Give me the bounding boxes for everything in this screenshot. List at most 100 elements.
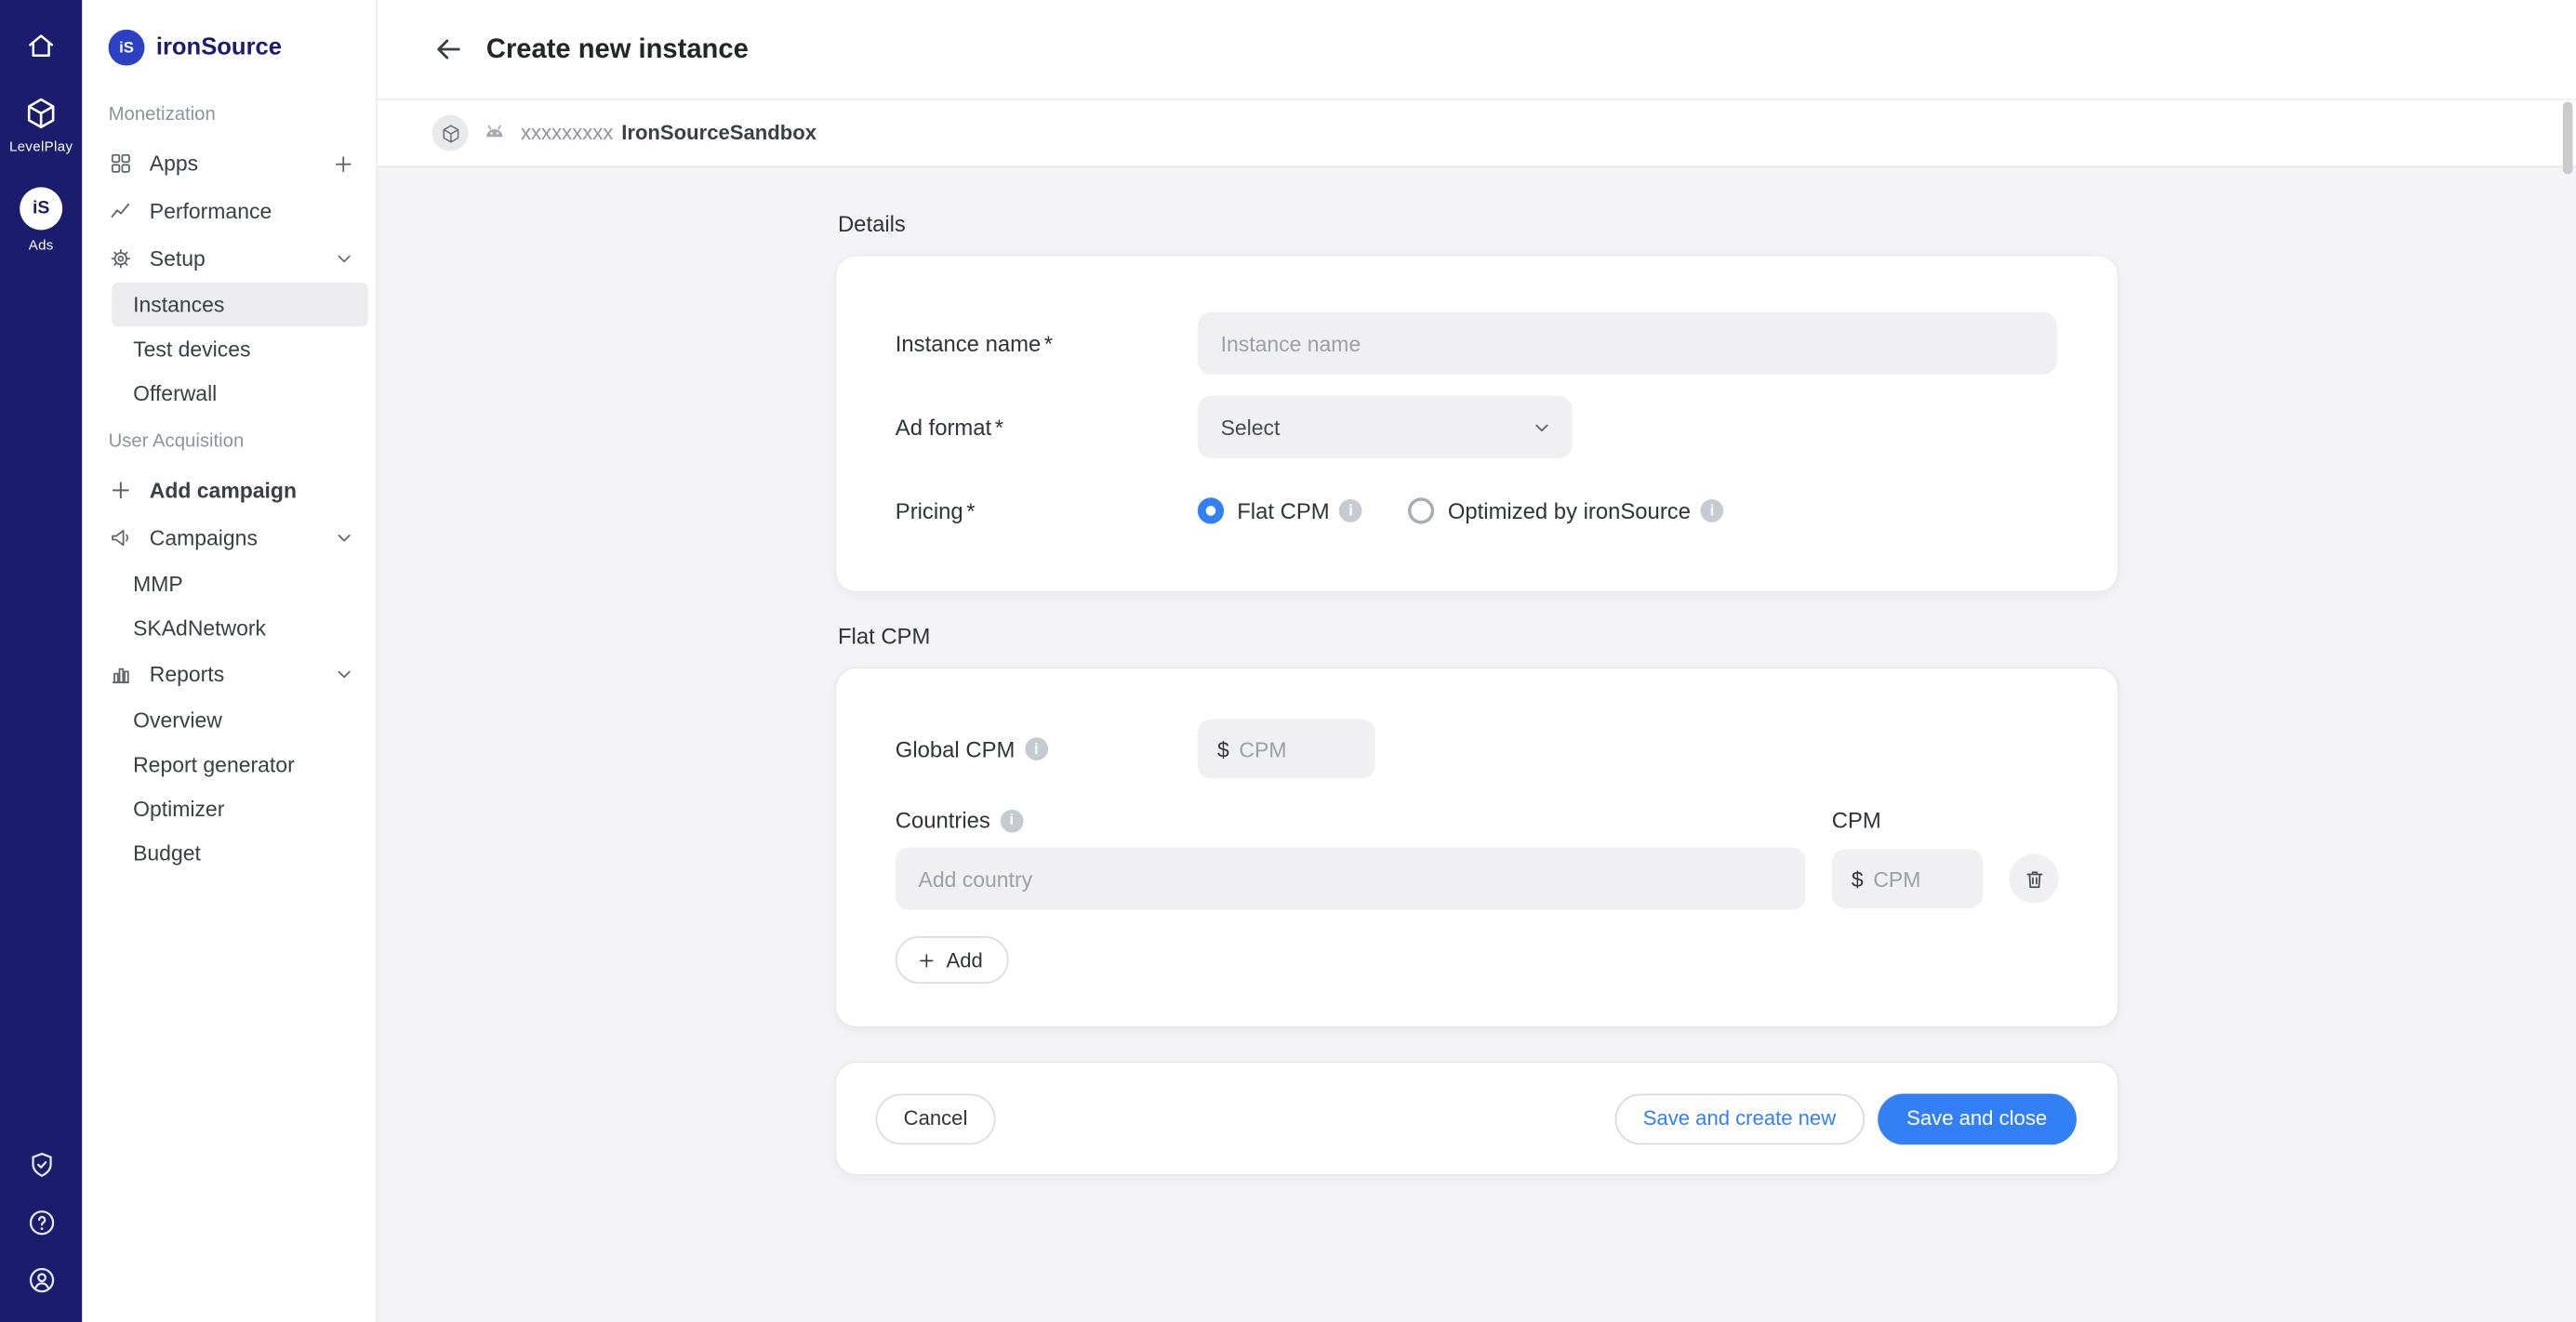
sidebar-item-label: Apps	[150, 152, 198, 176]
global-cpm-input[interactable]: $	[1198, 720, 1375, 779]
rail-bottom	[25, 1150, 57, 1296]
currency-symbol: $	[1852, 866, 1864, 891]
sidebar-item-label: Offerwall	[133, 381, 217, 405]
save-and-create-new-button[interactable]: Save and create new	[1615, 1093, 1865, 1144]
sidebar-item-label: Setup	[150, 246, 206, 271]
global-cpm-field[interactable]	[1239, 736, 1359, 760]
info-icon[interactable]	[1025, 737, 1048, 760]
instance-name-label: Instance name *	[896, 331, 1198, 355]
save-buttons-group: Save and create new Save and close	[1615, 1093, 2077, 1144]
info-icon[interactable]	[1701, 499, 1724, 522]
chevron-down-icon	[1531, 416, 1552, 438]
cancel-button[interactable]: Cancel	[876, 1093, 996, 1144]
sidebar-item-instances[interactable]: Instances	[112, 283, 368, 327]
rail-item-ads[interactable]: iS Ads	[20, 187, 62, 253]
pricing-label: Pricing *	[896, 498, 1198, 522]
save-and-close-button[interactable]: Save and close	[1877, 1093, 2077, 1144]
info-icon[interactable]	[1339, 499, 1362, 522]
app-avatar	[432, 115, 469, 152]
details-card: Instance name * Ad format * Select	[836, 257, 2118, 591]
instance-name-row: Instance name *	[896, 312, 2059, 375]
sidebar-item-overview[interactable]: Overview	[82, 698, 376, 743]
sidebar-item-skadnetwork[interactable]: SKAdNetwork	[82, 606, 376, 651]
delete-country-button[interactable]	[2010, 854, 2059, 904]
megaphone-icon	[109, 525, 133, 549]
sidebar-item-label: Add campaign	[150, 478, 297, 502]
sidebar-item-budget[interactable]: Budget	[82, 831, 376, 876]
app-id: xxxxxxxxx	[521, 122, 613, 145]
app-window: LevelPlay iS Ads iS ironSource Monetizat…	[0, 0, 2576, 1322]
radio-label: Optimized by ironSource	[1448, 498, 1691, 522]
brand-name: ironSource	[156, 34, 282, 60]
add-app-plus-icon[interactable]	[332, 152, 355, 175]
plus-icon	[917, 950, 936, 970]
details-section-title: Details	[838, 212, 2118, 236]
rail-item-levelplay[interactable]: LevelPlay	[9, 95, 73, 154]
flat-cpm-radio-option[interactable]: Flat CPM	[1198, 497, 1362, 523]
sidebar-item-performance[interactable]: Performance	[82, 187, 376, 234]
content-area: Details Instance name * Ad format *	[378, 167, 2576, 1322]
main-area: Create new instance xxxxxxxxx IronSource…	[378, 0, 2576, 1322]
sidebar-item-mmp[interactable]: MMP	[82, 562, 376, 606]
select-value: Select	[1221, 415, 1281, 439]
instance-name-input[interactable]	[1198, 312, 2057, 375]
scrollbar-thumb[interactable]	[2563, 102, 2573, 175]
sidebar-item-label: Optimizer	[133, 797, 224, 821]
page-header: Create new instance	[378, 0, 2576, 100]
rail-item-label: Ads	[29, 236, 54, 253]
sidebar-item-reports[interactable]: Reports	[82, 651, 376, 698]
radio-unselected-icon[interactable]	[1408, 497, 1434, 523]
add-country-button[interactable]: Add	[896, 936, 1009, 984]
global-cpm-label: Global CPM	[896, 736, 1198, 760]
section-label-monetization: Monetization	[82, 88, 376, 139]
countries-header: Countries CPM	[896, 808, 2059, 832]
help-icon[interactable]	[25, 1207, 57, 1238]
brand[interactable]: iS ironSource	[82, 0, 376, 88]
info-icon[interactable]	[1000, 809, 1023, 832]
bar-chart-icon	[109, 662, 133, 686]
performance-chart-icon	[109, 199, 133, 223]
rail-item-home[interactable]	[24, 30, 57, 62]
account-icon[interactable]	[25, 1264, 57, 1296]
sidebar-item-optimizer[interactable]: Optimizer	[82, 787, 376, 831]
levelplay-icon	[23, 95, 60, 131]
sidebar-item-test-devices[interactable]: Test devices	[82, 327, 376, 372]
sidebar-item-report-generator[interactable]: Report generator	[82, 742, 376, 787]
country-input[interactable]	[896, 848, 1806, 910]
optimized-radio-option[interactable]: Optimized by ironSource	[1408, 497, 1723, 523]
required-mark: *	[966, 498, 975, 522]
app-identifier: xxxxxxxxx IronSourceSandbox	[521, 122, 817, 145]
sidebar-item-label: Budget	[133, 840, 201, 865]
sidebar-item-label: Report generator	[133, 752, 295, 776]
sidebar-item-label: Test devices	[133, 337, 250, 361]
cpm-column-label: CPM	[1832, 808, 1881, 832]
sidebar-item-offerwall[interactable]: Offerwall	[82, 371, 376, 416]
ad-format-row: Ad format * Select	[896, 396, 2059, 458]
sidebar-item-setup[interactable]: Setup	[82, 235, 376, 283]
android-icon	[482, 120, 508, 146]
rail-item-label: LevelPlay	[9, 138, 73, 154]
back-arrow-icon[interactable]	[432, 33, 465, 65]
app-context-bar: xxxxxxxxx IronSourceSandbox	[378, 100, 2576, 167]
global-cpm-row: Global CPM $	[896, 718, 2059, 780]
country-cpm-input[interactable]: $	[1832, 849, 1984, 908]
sidebar-item-label: Overview	[133, 707, 222, 732]
ad-format-select[interactable]: Select	[1198, 396, 1573, 458]
country-cpm-field[interactable]	[1873, 866, 1966, 891]
privacy-shield-icon[interactable]	[25, 1150, 57, 1182]
sidebar-item-campaigns[interactable]: Campaigns	[82, 514, 376, 562]
trash-icon	[2022, 866, 2046, 891]
pricing-row: Pricing * Flat CPM	[896, 480, 2059, 542]
apps-grid-icon	[109, 152, 133, 176]
sidebar-item-label: Campaigns	[150, 525, 258, 549]
radio-selected-icon[interactable]	[1198, 497, 1224, 523]
sidebar-item-add-campaign[interactable]: Add campaign	[82, 467, 376, 514]
sidebar-item-apps[interactable]: Apps	[82, 139, 376, 187]
app-cube-icon	[440, 123, 461, 144]
sidebar-item-label: Instances	[133, 292, 224, 316]
page-title: Create new instance	[486, 33, 749, 65]
currency-symbol: $	[1217, 736, 1229, 760]
countries-label: Countries	[896, 808, 1832, 832]
add-button-label: Add	[947, 948, 983, 972]
ironsource-ads-logo-icon: iS	[20, 187, 62, 230]
